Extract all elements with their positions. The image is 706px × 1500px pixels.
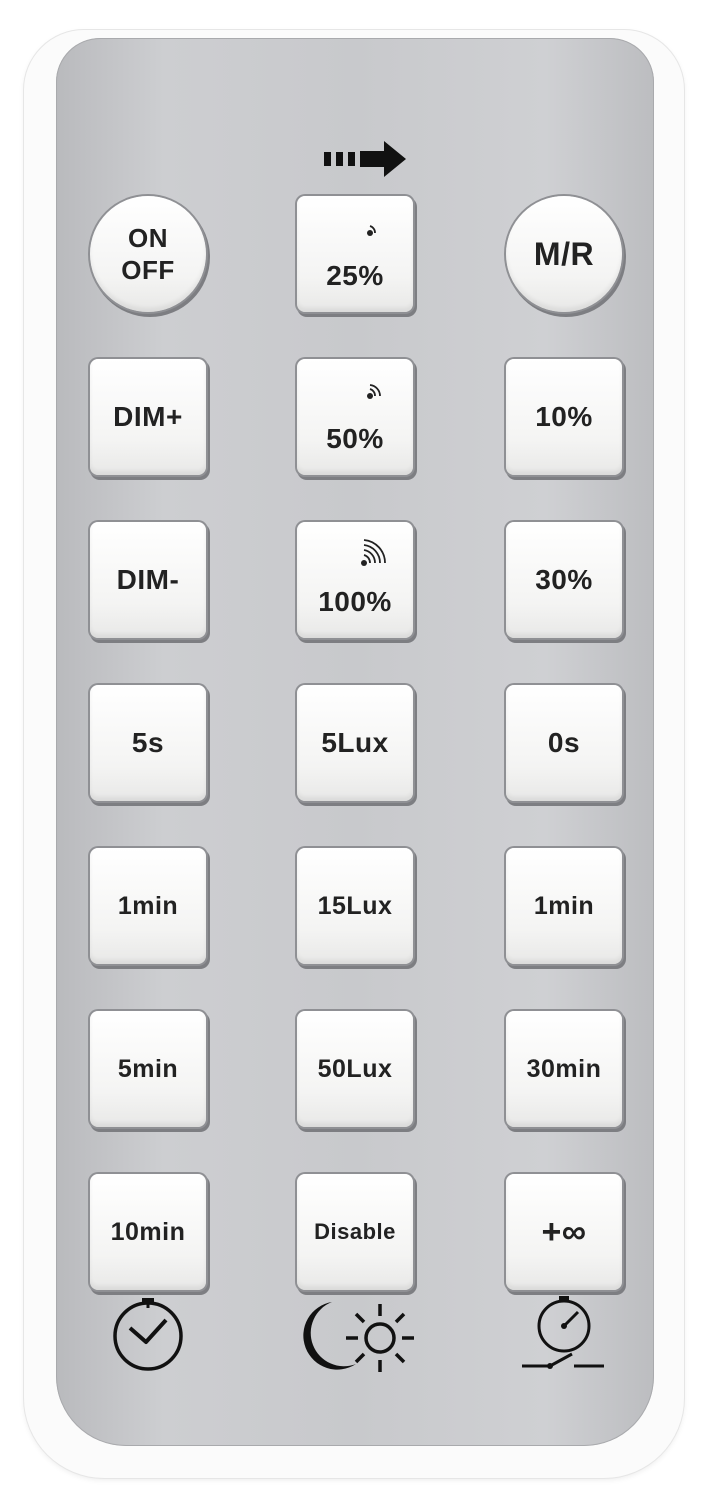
on-label: ON — [128, 223, 168, 253]
signal-icon — [367, 225, 376, 236]
hold-5min-button[interactable]: 5min — [90, 1011, 206, 1127]
gauge-switch-icon — [522, 1296, 604, 1369]
standby-1min-label: 1min — [533, 891, 595, 920]
clock-icon — [113, 1298, 183, 1371]
level-30-label: 30% — [535, 564, 593, 595]
hold-5s-label: 5s — [131, 727, 165, 758]
lux-15-button[interactable]: 15Lux — [297, 848, 413, 964]
level-100-button[interactable]: 100% — [297, 522, 413, 638]
standby-infinite-label: +∞ — [541, 1212, 587, 1251]
signal-icon — [361, 539, 386, 566]
hold-1min-label: 1min — [117, 891, 179, 920]
dim-plus-label: DIM+ — [113, 401, 183, 432]
lux-5-button[interactable]: 5Lux — [297, 685, 413, 801]
lux-5-label: 5Lux — [321, 727, 389, 758]
level-10-label: 10% — [535, 401, 593, 432]
mr-button[interactable]: M/R — [506, 196, 622, 312]
dim-plus-button[interactable]: DIM+ — [90, 359, 206, 475]
moon-icon — [303, 1302, 414, 1372]
standby-1min-button[interactable]: 1min — [506, 848, 622, 964]
level-25-label: 25% — [326, 260, 384, 291]
send-arrow-icon — [324, 141, 406, 177]
mr-label: M/R — [533, 235, 595, 272]
hold-5s-button[interactable]: 5s — [90, 685, 206, 801]
lux-50-button[interactable]: 50Lux — [297, 1011, 413, 1127]
dim-minus-button[interactable]: DIM- — [90, 522, 206, 638]
level-50-label: 50% — [326, 423, 384, 454]
hold-1min-button[interactable]: 1min — [90, 848, 206, 964]
hold-5min-label: 5min — [117, 1054, 179, 1083]
signal-icon — [367, 384, 381, 399]
standby-0s-label: 0s — [547, 727, 581, 758]
standby-30min-label: 30min — [526, 1054, 602, 1083]
level-10-button[interactable]: 10% — [506, 359, 622, 475]
off-label: OFF — [121, 255, 175, 285]
level-30-button[interactable]: 30% — [506, 522, 622, 638]
lux-50-label: 50Lux — [317, 1054, 393, 1083]
level-100-label: 100% — [318, 586, 392, 617]
hold-10min-label: 10min — [110, 1217, 186, 1246]
level-50-button[interactable]: 50% — [297, 359, 413, 475]
standby-0s-button[interactable]: 0s — [506, 685, 622, 801]
disable-button[interactable]: Disable — [297, 1174, 413, 1290]
level-25-button[interactable]: 25% — [297, 196, 413, 312]
hold-10min-button[interactable]: 10min — [90, 1174, 206, 1290]
standby-30min-button[interactable]: 30min — [506, 1011, 622, 1127]
lux-15-label: 15Lux — [317, 891, 393, 920]
standby-infinite-button[interactable]: +∞ — [506, 1174, 622, 1290]
on-off-button[interactable]: ON OFF — [90, 196, 206, 312]
sun-icon — [346, 1304, 414, 1372]
disable-label: Disable — [314, 1219, 396, 1244]
dim-minus-label: DIM- — [116, 564, 180, 595]
